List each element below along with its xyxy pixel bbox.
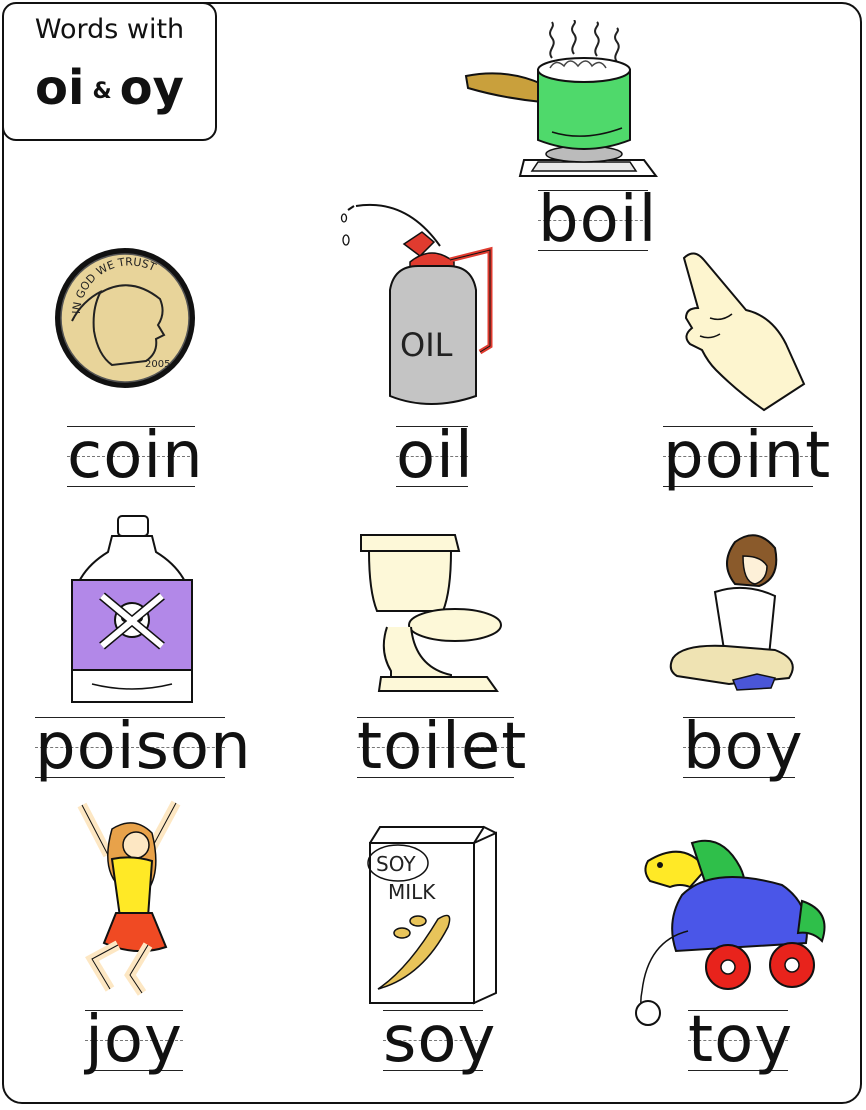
word-poison: poison	[35, 710, 252, 784]
word-toy: toy	[688, 1003, 794, 1077]
title-oy: oy	[119, 60, 184, 116]
word-soy: soy	[383, 1003, 497, 1077]
oil-can-label: OIL	[400, 326, 453, 364]
soy-milk-carton-picture: SOY MILK	[367, 825, 497, 1005]
title-line: Words with	[34, 14, 185, 45]
word-coin: coin	[67, 419, 204, 493]
boiling-pot-picture	[464, 20, 658, 177]
word-boil: boil	[538, 183, 658, 257]
word-joy: joy	[85, 1003, 183, 1077]
toilet-picture	[360, 534, 502, 692]
word-boy: boy	[683, 710, 804, 784]
jumping-girl-picture	[77, 800, 181, 996]
word-oil: oil	[396, 419, 474, 493]
pointing-hand-picture	[682, 252, 806, 412]
carton-soy-text: SOY	[376, 852, 416, 876]
title-ampersand: &	[92, 79, 112, 104]
poison-bottle-picture	[71, 515, 193, 703]
oil-can-picture: OIL	[340, 203, 493, 405]
title-oi: oi	[35, 60, 85, 116]
coin-year: 2005	[145, 359, 170, 370]
word-toilet: toilet	[357, 710, 528, 784]
carton-milk-text: MILK	[388, 880, 436, 904]
word-point: point	[663, 419, 832, 493]
title-box: Words with oi & oy	[2, 2, 217, 141]
toy-horse-picture	[635, 839, 826, 1026]
title-phonics: oi & oy	[4, 60, 215, 116]
coin-picture: IN GOD WE TRUST 2005	[55, 248, 195, 388]
boy-picture	[669, 534, 794, 691]
